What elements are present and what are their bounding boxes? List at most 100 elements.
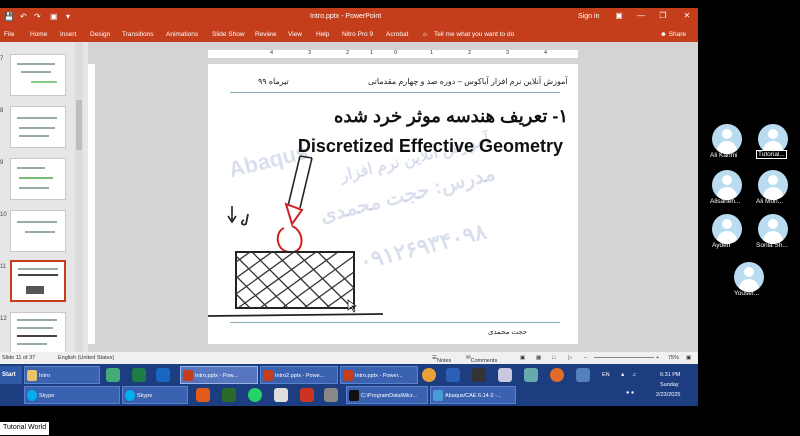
contact-zone bbox=[276, 225, 303, 254]
tray-icons[interactable]: ● ● bbox=[626, 390, 634, 396]
indenter-line bbox=[287, 155, 301, 207]
redo-icon[interactable]: ↷ bbox=[34, 12, 41, 21]
taskbar-item-intro2-pptx[interactable]: Intro2.pptx - Powe... bbox=[260, 366, 338, 384]
customize-qat-icon[interactable]: ▾ bbox=[66, 12, 70, 21]
slide-thumbnail[interactable] bbox=[10, 54, 66, 96]
tab-home[interactable]: Home bbox=[30, 31, 47, 38]
language-indicator[interactable]: English (United States) bbox=[58, 355, 114, 361]
language-tray[interactable]: EN bbox=[602, 372, 610, 378]
clock-date: 2/23/2025 bbox=[656, 392, 681, 398]
taskbar-item-skype-2[interactable]: Skype bbox=[122, 386, 188, 404]
zoom-slider[interactable] bbox=[594, 357, 654, 358]
thumb-number: 11 bbox=[0, 264, 7, 270]
tab-help[interactable]: Help bbox=[316, 31, 329, 38]
slide-thumbnail[interactable] bbox=[10, 210, 66, 252]
app-icon[interactable] bbox=[274, 388, 288, 402]
ribbon-display-icon[interactable]: ▣ bbox=[612, 11, 626, 20]
comments-button[interactable]: ✉ Comments bbox=[466, 355, 497, 364]
taskbar-item-cmd[interactable]: C:\ProgramData\Micr... bbox=[346, 386, 428, 404]
outlook-icon[interactable] bbox=[156, 368, 170, 382]
word-icon[interactable] bbox=[446, 368, 460, 382]
powerpoint-icon bbox=[183, 370, 193, 381]
app-icon[interactable] bbox=[472, 368, 486, 382]
clock-day: Sunday bbox=[660, 382, 679, 388]
start-button[interactable]: Start bbox=[0, 366, 22, 384]
media-icon[interactable] bbox=[106, 368, 120, 382]
participant-avatar[interactable] bbox=[712, 124, 742, 154]
window-title: Intro.pptx - PowerPoint bbox=[310, 13, 382, 20]
title-bar: 💾 ↶ ↷ ▣ ▾ Intro.pptx - PowerPoint Sign i… bbox=[0, 8, 698, 26]
undo-icon[interactable]: ↶ bbox=[20, 12, 27, 21]
participant-name: Alisaneh... bbox=[710, 198, 741, 205]
firefox-icon[interactable] bbox=[550, 368, 564, 382]
zoom-in-icon[interactable]: + bbox=[656, 355, 659, 361]
reading-view-icon[interactable]: □ bbox=[552, 355, 555, 361]
tab-nitro[interactable]: Nitro Pro 9 bbox=[342, 31, 373, 38]
sign-in-link[interactable]: Sign in bbox=[578, 13, 599, 20]
slide-thumbnail-selected[interactable] bbox=[10, 260, 66, 302]
close-icon[interactable]: ✕ bbox=[680, 11, 694, 20]
tab-file[interactable]: File bbox=[4, 31, 14, 38]
taskbar-item-intro-pptx-2[interactable]: Intro.pptx - Power... bbox=[340, 366, 418, 384]
indenter-line bbox=[299, 157, 313, 209]
save-icon[interactable]: 💾 bbox=[4, 12, 14, 21]
tell-me-box[interactable]: Tell me what you want to do bbox=[434, 31, 514, 38]
thumbnails-scrollbar[interactable] bbox=[75, 42, 83, 352]
minimize-icon[interactable]: — bbox=[634, 11, 648, 20]
app-icon[interactable] bbox=[576, 368, 590, 382]
tab-transitions[interactable]: Transitions bbox=[122, 31, 154, 38]
slide-thumbnail[interactable] bbox=[10, 312, 66, 354]
skype-icon bbox=[27, 390, 37, 401]
participant-name: Ali Moh... bbox=[756, 198, 784, 205]
slide-canvas[interactable]: آموزش آنلاین نرم افزار آباکوس – دوره صد … bbox=[208, 64, 578, 344]
excel-icon[interactable] bbox=[132, 368, 146, 382]
participant-avatar[interactable] bbox=[734, 262, 764, 292]
whatsapp-icon[interactable] bbox=[248, 388, 262, 402]
zoom-out-icon[interactable]: − bbox=[584, 355, 587, 361]
vertical-ruler bbox=[88, 64, 95, 344]
participant-avatar[interactable] bbox=[712, 170, 742, 200]
tab-acrobat[interactable]: Acrobat bbox=[386, 31, 408, 38]
tab-view[interactable]: View bbox=[288, 31, 302, 38]
hatched-block bbox=[235, 251, 355, 309]
slideshow-view-icon[interactable]: ▷ bbox=[568, 355, 572, 361]
app-icon[interactable] bbox=[498, 368, 512, 382]
participant-avatar[interactable] bbox=[758, 214, 788, 244]
restore-icon[interactable]: ❐ bbox=[656, 11, 670, 20]
app-icon[interactable] bbox=[300, 388, 314, 402]
tab-animations[interactable]: Animations bbox=[166, 31, 198, 38]
participant-name: Sonia Sh... bbox=[756, 242, 788, 249]
chrome-icon[interactable] bbox=[422, 368, 436, 382]
tab-review[interactable]: Review bbox=[255, 31, 276, 38]
participant-avatar[interactable] bbox=[758, 170, 788, 200]
app-icon[interactable] bbox=[524, 368, 538, 382]
tab-insert[interactable]: Insert bbox=[60, 31, 76, 38]
taskbar-item-skype[interactable]: Skype bbox=[24, 386, 120, 404]
share-label: Share bbox=[668, 31, 687, 38]
taskbar-item-abaqus[interactable]: Abaqus/CAE 6.14-2 -... bbox=[430, 386, 516, 404]
app-icon[interactable] bbox=[222, 388, 236, 402]
taskbar-item-intro-folder[interactable]: Intro bbox=[24, 366, 100, 384]
tab-design[interactable]: Design bbox=[90, 31, 110, 38]
share-button[interactable]: ☻ Share bbox=[660, 31, 686, 38]
powerpoint-icon bbox=[263, 370, 273, 381]
folder-icon bbox=[27, 370, 37, 381]
network-icon[interactable]: ▲ bbox=[620, 372, 625, 378]
slide-thumbnail[interactable] bbox=[10, 158, 66, 200]
slide-thumbnail[interactable] bbox=[10, 106, 66, 148]
start-slideshow-icon[interactable]: ▣ bbox=[50, 12, 58, 21]
zoom-level[interactable]: 75% bbox=[668, 355, 679, 361]
normal-view-icon[interactable]: ▣ bbox=[520, 355, 525, 361]
slide-sorter-icon[interactable]: ▦ bbox=[536, 355, 541, 361]
tab-slide-show[interactable]: Slide Show bbox=[212, 31, 245, 38]
participant-name: Yousef... bbox=[734, 290, 760, 297]
notes-button[interactable]: ☰ Notes bbox=[432, 355, 451, 364]
clock-time[interactable]: 6:31 PM bbox=[660, 372, 680, 378]
taskbar-item-intro-pptx[interactable]: Intro.pptx - Pow... bbox=[180, 366, 258, 384]
fit-slide-icon[interactable]: ▣ bbox=[686, 355, 691, 361]
abaqus-icon bbox=[433, 390, 443, 401]
app-icon[interactable] bbox=[324, 388, 338, 402]
participant-avatar[interactable] bbox=[712, 214, 742, 244]
volume-icon[interactable]: ♫ bbox=[632, 372, 636, 378]
app-icon[interactable] bbox=[196, 388, 210, 402]
